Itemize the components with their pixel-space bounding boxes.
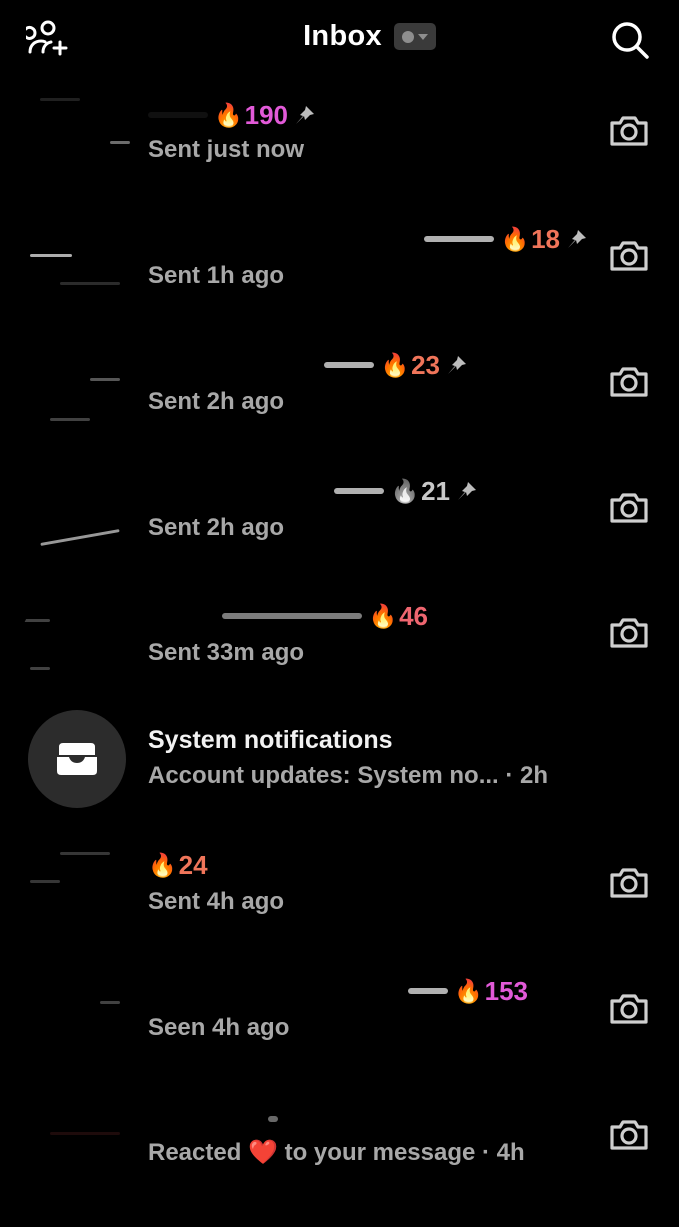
avatar[interactable]: [20, 1092, 130, 1202]
status-dropdown[interactable]: [393, 23, 436, 50]
message-status: Sent just now: [148, 136, 304, 163]
avatar[interactable]: [20, 86, 130, 196]
contact-name-line: 🔥 153: [148, 976, 528, 1006]
avatar[interactable]: [20, 464, 130, 574]
streak-count: 🔥 46: [368, 600, 428, 631]
redacted-name: [324, 362, 375, 368]
camera-icon[interactable]: [608, 616, 650, 650]
message-status: Sent 2h ago: [148, 514, 285, 541]
pin-icon: [568, 230, 586, 248]
message-status: Sent 1h ago: [148, 262, 285, 289]
conversation-row[interactable]: 🔥 21 Sent 2h ago: [0, 464, 679, 599]
conversation-row[interactable]: 🔥 23 Sent 2h ago: [0, 338, 679, 473]
fire-icon: 🔥: [500, 226, 530, 253]
redacted-name: [407, 988, 448, 994]
conversation-row[interactable]: 🔥 190 Sent just now: [0, 86, 679, 221]
inbox-header: Inbox: [0, 0, 679, 78]
camera-icon[interactable]: [608, 491, 650, 525]
redacted-name: [148, 112, 208, 118]
message-status: Seen 4h ago: [148, 1014, 290, 1041]
contact-name-line: 🔥 190: [148, 100, 588, 130]
streak-count: 🔥 18: [500, 223, 560, 254]
streak-count: 🔥 24: [148, 849, 208, 880]
conversation-row[interactable]: 🔥 46 Sent 33m ago: [0, 589, 679, 724]
camera-icon[interactable]: [608, 992, 650, 1026]
streak-count: 🔥 21: [390, 475, 450, 506]
avatar[interactable]: [20, 338, 130, 448]
pin-icon: [458, 482, 476, 500]
camera-icon[interactable]: [608, 114, 650, 148]
message-status: Sent 33m ago: [148, 639, 305, 666]
conversation-row[interactable]: 🔥 24 Sent 4h ago: [0, 840, 679, 975]
contact-name-line: 🔥 21: [148, 476, 478, 506]
streak-count: 🔥 23: [380, 349, 440, 380]
conversation-row[interactable]: Reacted ❤️ to your message · 4h: [0, 1092, 679, 1227]
camera-icon[interactable]: [608, 866, 650, 900]
redacted-name: [268, 1116, 278, 1122]
contact-name-line: 🔥 23: [148, 350, 468, 380]
message-status: Reacted ❤️ to your message · 4h: [148, 1138, 525, 1166]
message-status: Sent 2h ago: [148, 388, 285, 415]
contact-name-line: [148, 1104, 278, 1134]
fire-icon: 🔥: [390, 478, 420, 505]
camera-icon[interactable]: [608, 1118, 650, 1152]
pin-icon: [296, 106, 315, 124]
search-icon[interactable]: [610, 20, 650, 60]
heart-icon: ❤️: [248, 1138, 278, 1166]
message-status: Sent 4h ago: [148, 888, 285, 915]
redacted-name: [222, 613, 363, 619]
page-title: Inbox: [303, 20, 382, 52]
inbox-tray-icon: [28, 710, 126, 808]
fire-icon: 🔥: [380, 352, 410, 379]
chevron-down-icon: [417, 33, 428, 40]
avatar[interactable]: [20, 212, 130, 322]
fire-icon: 🔥: [214, 102, 243, 129]
pin-icon: [448, 356, 466, 374]
avatar[interactable]: [20, 589, 130, 699]
contact-name-line: 🔥 24: [148, 850, 588, 880]
conversation-row[interactable]: 🔥 153 Seen 4h ago: [0, 966, 679, 1101]
camera-icon[interactable]: [608, 239, 650, 273]
streak-count: 🔥 153: [453, 975, 528, 1006]
redacted-name: [334, 488, 385, 494]
redacted-name: [424, 236, 495, 242]
system-notifications-title: System notifications: [148, 726, 393, 754]
system-notifications-row[interactable]: System notifications Account updates: Sy…: [0, 710, 679, 835]
system-notifications-preview: Account updates: System no... · 2h: [148, 762, 549, 789]
avatar[interactable]: [20, 840, 130, 950]
avatar[interactable]: [20, 966, 130, 1076]
contact-name-line: 🔥 46: [148, 601, 428, 631]
fire-icon: 🔥: [368, 603, 398, 630]
contact-name-line: 🔥 18: [148, 224, 588, 254]
camera-icon[interactable]: [608, 365, 650, 399]
conversation-row[interactable]: 🔥 18 Sent 1h ago: [0, 212, 679, 347]
streak-count: 🔥 190: [214, 99, 289, 130]
fire-icon: 🔥: [453, 978, 483, 1005]
status-dot-icon: [401, 30, 414, 43]
fire-icon: 🔥: [148, 852, 177, 879]
